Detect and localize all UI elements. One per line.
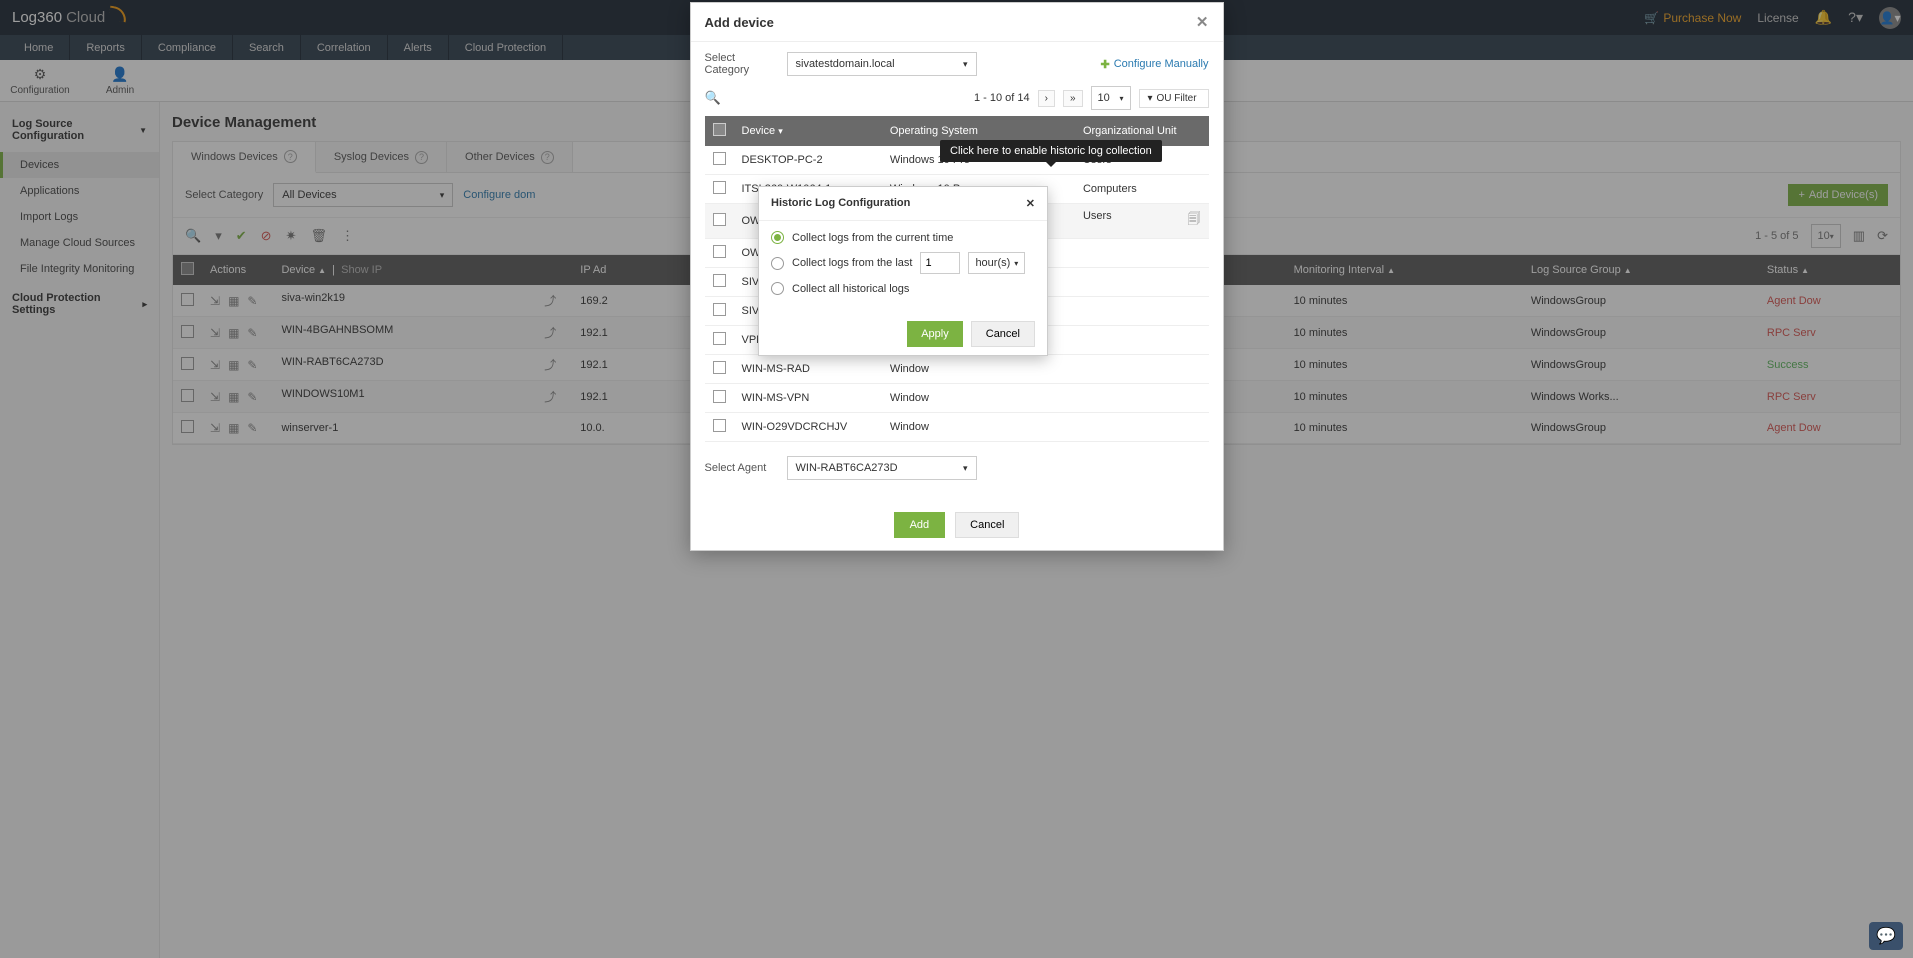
radio-current-time[interactable]: Collect logs from the current time [771, 231, 1035, 244]
historic-log-popover: Historic Log Configuration ✕ Collect log… [758, 186, 1048, 356]
close-icon[interactable]: ✕ [1026, 197, 1035, 210]
page-next-button[interactable]: › [1038, 90, 1055, 107]
plus-icon: ✚ [1101, 58, 1110, 71]
mcell-device: WIN-MS-VPN [734, 384, 882, 413]
row-checkbox[interactable] [713, 419, 726, 432]
close-icon[interactable]: ✕ [1196, 13, 1209, 31]
mcell-ou [1075, 268, 1209, 297]
row-checkbox[interactable] [713, 303, 726, 316]
radio-icon-selected [771, 231, 784, 244]
mcell-ou [1075, 413, 1209, 442]
mcell-os: Window [882, 355, 1075, 384]
mcell-ou: Users🗐 [1075, 204, 1209, 239]
row-checkbox[interactable] [713, 181, 726, 194]
mcell-device: WIN-MS-RAD [734, 355, 882, 384]
unit-select[interactable]: hour(s) ▾ [968, 252, 1025, 274]
modal-row[interactable]: WIN-MS-VPN Window [705, 384, 1209, 413]
modal-category-label: Select Category [705, 52, 775, 76]
apply-button[interactable]: Apply [907, 321, 963, 347]
chevron-down-icon: ▾ [963, 59, 968, 70]
mcol-device-label: Device [742, 125, 776, 137]
chevron-down-icon: ▾ [963, 463, 968, 474]
modal-title: Add device [705, 15, 774, 30]
row-checkbox[interactable] [713, 213, 726, 226]
domain-value: sivatestdomain.local [796, 58, 895, 70]
modal-page-size-value: 10 [1098, 92, 1110, 104]
popover-cancel-button[interactable]: Cancel [971, 321, 1035, 347]
modal-cancel-button[interactable]: Cancel [955, 512, 1019, 538]
radio-all-historical[interactable]: Collect all historical logs [771, 282, 1035, 295]
funnel-icon: ▾ [1148, 93, 1153, 104]
domain-select[interactable]: sivatestdomain.local ▾ [787, 52, 977, 76]
agent-value: WIN-RABT6CA273D [796, 462, 898, 474]
chevron-down-icon: ▾ [1014, 259, 1018, 268]
page-last-button[interactable]: » [1063, 90, 1083, 107]
mcell-ou [1075, 355, 1209, 384]
unit-value: hour(s) [975, 257, 1010, 269]
radio-icon [771, 282, 784, 295]
mcell-ou [1075, 297, 1209, 326]
historic-log-tooltip: Click here to enable historic log collec… [940, 140, 1162, 162]
radio-current-time-label: Collect logs from the current time [792, 232, 953, 244]
conf-man-label: Configure Manually [1114, 58, 1209, 70]
ou-filter-button[interactable]: ▾ OU Filter [1139, 89, 1209, 108]
agent-select[interactable]: WIN-RABT6CA273D ▾ [787, 456, 977, 480]
filter-icon: ▾ [778, 126, 783, 136]
duration-input[interactable] [920, 252, 960, 274]
row-checkbox[interactable] [713, 361, 726, 374]
modal-page-size[interactable]: 10▾ [1091, 86, 1131, 110]
configure-manually-link[interactable]: ✚ Configure Manually [1101, 58, 1209, 71]
search-icon[interactable]: 🔍 [705, 90, 721, 106]
select-agent-label: Select Agent [705, 462, 775, 474]
mcol-device[interactable]: Device ▾ [734, 116, 882, 146]
modal-select-all[interactable] [713, 123, 726, 136]
row-checkbox[interactable] [713, 274, 726, 287]
row-checkbox[interactable] [713, 152, 726, 165]
history-icon[interactable]: 🗐 [1188, 210, 1201, 232]
mcell-ou [1075, 384, 1209, 413]
mcell-ou: Computers [1075, 175, 1209, 204]
radio-from-last-label: Collect logs from the last [792, 257, 912, 269]
modal-add-button[interactable]: Add [894, 512, 946, 538]
row-checkbox[interactable] [713, 245, 726, 258]
mcell-ou [1075, 326, 1209, 355]
mcell-os: Window [882, 384, 1075, 413]
row-checkbox[interactable] [713, 390, 726, 403]
modal-pager-text: 1 - 10 of 14 [974, 92, 1030, 104]
row-checkbox[interactable] [713, 332, 726, 345]
ou-filter-label: OU Filter [1157, 93, 1197, 104]
mcell-device: WIN-O29VDCRCHJV [734, 413, 882, 442]
popover-title: Historic Log Configuration [771, 197, 910, 210]
mcell-ou [1075, 239, 1209, 268]
radio-all-label: Collect all historical logs [792, 283, 909, 295]
mcell-os: Window [882, 413, 1075, 442]
chat-button[interactable]: 💬 [1869, 922, 1903, 950]
radio-from-last[interactable]: Collect logs from the last hour(s) ▾ [771, 252, 1035, 274]
modal-row[interactable]: WIN-O29VDCRCHJV Window [705, 413, 1209, 442]
mcell-device: DESKTOP-PC-2 [734, 146, 882, 175]
chat-icon: 💬 [1876, 926, 1896, 946]
modal-row[interactable]: WIN-MS-RAD Window [705, 355, 1209, 384]
radio-icon [771, 257, 784, 270]
